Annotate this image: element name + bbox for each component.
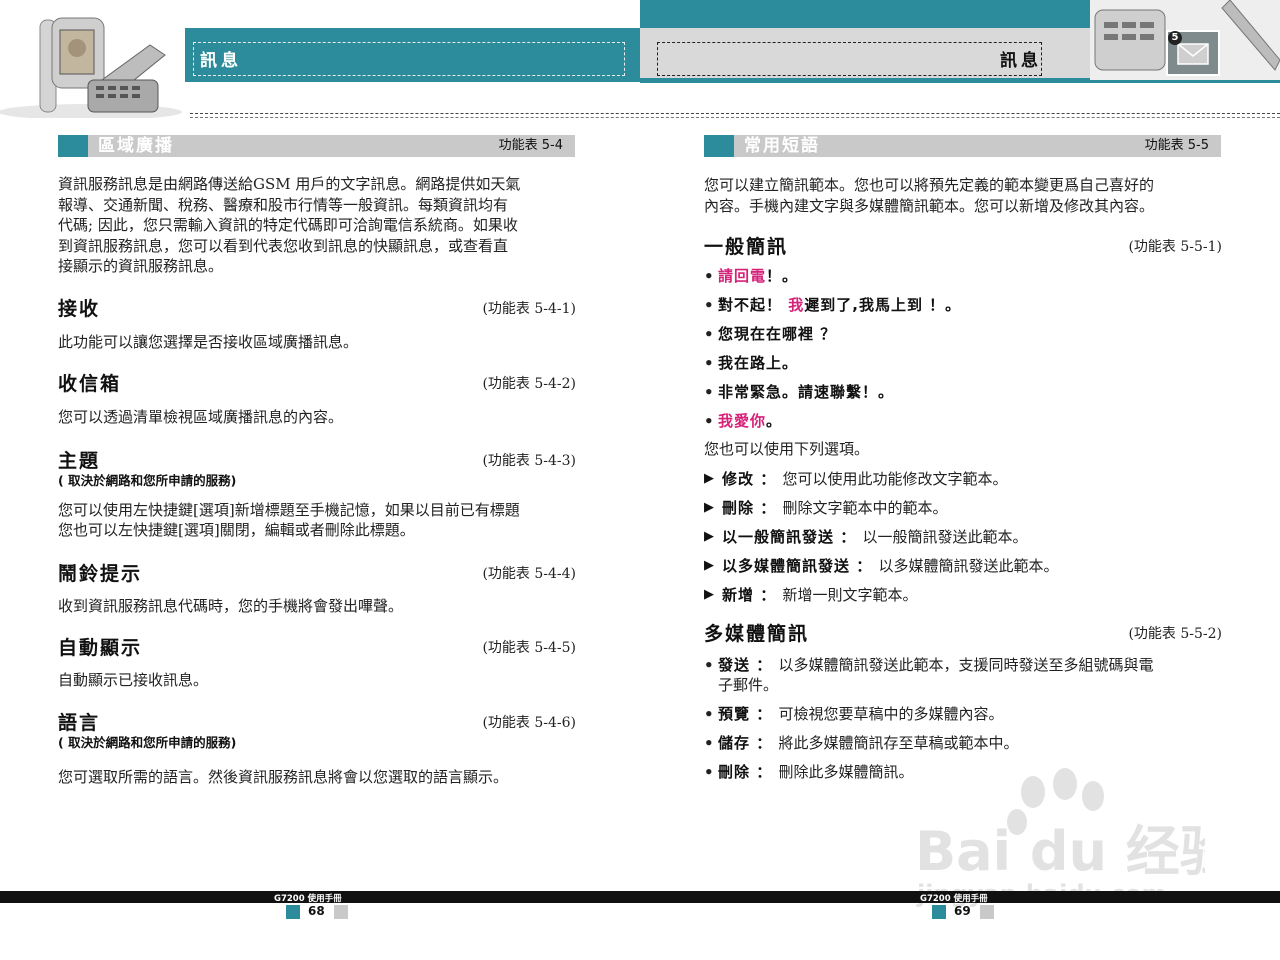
- divider: [190, 113, 1280, 114]
- footer-marker: [334, 905, 348, 919]
- footer-label-right: G7200 使用手冊: [920, 894, 988, 904]
- heading-inbox: 收信箱 (功能表 5-4-2): [58, 369, 576, 399]
- menu-ref: (功能表 5-4-4): [482, 565, 576, 582]
- page-number-left: 68: [308, 904, 325, 918]
- heading-general-sms: 一般簡訊 (功能表 5-5-1): [704, 232, 1222, 266]
- list-item: • 發送 ： 以多媒體簡訊發送此範本，支援同時發送至多組號碼與電 子郵件。: [704, 655, 1154, 694]
- list-item: • 非常緊急。請速聯繫！。: [704, 383, 895, 401]
- section-number-badge: 5: [1168, 31, 1182, 45]
- heading-topic: 主題 (功能表 5-4-3): [58, 446, 576, 472]
- triangle-icon: ▶: [704, 586, 714, 602]
- heading: 主題: [58, 449, 101, 472]
- heading-alert: 鬧鈴提示 (功能表 5-4-4): [58, 559, 576, 589]
- text-line: 資訊服務訊息是由網路傳送給GSM 用戶的文字訊息。網路提供如天氣: [58, 175, 521, 193]
- heading-mms: 多媒體簡訊 (功能表 5-5-2): [704, 619, 1222, 655]
- body-text: 收到資訊服務訊息代碼時，您的手機將會發出嗶聲。: [58, 596, 404, 615]
- heading: 一般簡訊: [704, 236, 789, 258]
- text-line: 到資訊服務訊息，您可以看到代表您收到訊息的快顯訊息，或查看直: [58, 236, 509, 255]
- menu-ref: 功能表 5-4: [498, 138, 563, 153]
- menu-ref: (功能表 5-4-3): [482, 452, 576, 469]
- footer-marker: [980, 905, 994, 919]
- heading-receive: 接收 (功能表 5-4-1): [58, 294, 576, 324]
- heading: 接收: [58, 297, 101, 320]
- option-item: ▶ 新增 ： 新增一則文字範本。: [704, 585, 918, 604]
- text-line: 您可以建立簡訊範本。您也可以將預先定義的範本變更爲自己喜好的: [704, 176, 1155, 194]
- heading-auto-display: 自動顯示 (功能表 5-4-5): [58, 633, 576, 663]
- heading: 收信箱: [58, 373, 122, 395]
- menu-ref: (功能表 5-4-5): [482, 640, 576, 656]
- heading: 多媒體簡訊: [704, 622, 810, 645]
- menu-ref: (功能表 5-5-2): [1128, 625, 1222, 642]
- list-item: • 我愛你。: [704, 412, 783, 430]
- body-text: 自動顯示已接收訊息。: [58, 671, 209, 689]
- phone-image: [0, 17, 182, 118]
- header-frame-right: [657, 42, 1042, 76]
- body-text: 您可選取所需的語言。然後資訊服務訊息將會以您選取的語言顯示。: [58, 767, 509, 786]
- body-text: 您可以透過清單檢視區域廣播訊息的內容。: [58, 408, 344, 426]
- triangle-icon: ▶: [704, 470, 714, 486]
- baidu-watermark: Bai du 经验 jingyan.baidu.com: [915, 768, 1205, 908]
- note-text: ( 取決於網路和您所申請的服務): [58, 734, 237, 750]
- list-item: • 請回電！。: [704, 267, 799, 285]
- svg-text:Bai du 经验: Bai du 经验: [915, 820, 1205, 883]
- body-text: 此功能可以讓您選擇是否接收區域廣播訊息。: [58, 332, 359, 351]
- heading: 語言: [58, 711, 101, 734]
- list-item: • 預覽 ： 可檢視您要草稿中的多媒體內容。: [704, 704, 1004, 723]
- options-intro: 您也可以使用下列選項。: [704, 440, 870, 458]
- menu-ref: (功能表 5-4-6): [482, 714, 576, 731]
- menu-ref: 功能表 5-5: [1144, 138, 1209, 153]
- menu-ref: (功能表 5-4-1): [482, 300, 576, 317]
- page-number-right: 69: [954, 904, 971, 918]
- header-title-left: 訊息: [200, 51, 242, 71]
- list-item: • 我在路上。: [704, 354, 799, 372]
- menu-ref: (功能表 5-5-1): [1128, 239, 1222, 255]
- text-line: 您可以使用左快捷鍵[選項]新增標題至手機記憶，如果以目前已有標題: [58, 500, 520, 519]
- list-item: • 您現在在哪裡 ？: [704, 325, 837, 343]
- triangle-icon: ▶: [704, 557, 714, 573]
- option-item: ▶ 以多媒體簡訊發送 ： 以多媒體簡訊發送此範本。: [704, 556, 1059, 575]
- footer-marker: [286, 905, 300, 919]
- option-item: ▶ 以一般簡訊發送 ： 以一般簡訊發送此範本。: [704, 527, 1028, 546]
- intro-paragraph: 資訊服務訊息是由網路傳送給GSM 用戶的文字訊息。網路提供如天氣 報導、交通新聞…: [58, 174, 576, 277]
- footer-label-left: G7200 使用手冊: [274, 894, 342, 904]
- menu-ref: (功能表 5-4-2): [482, 376, 576, 392]
- text-line: 您也可以左快捷鍵[選項]關閉，編輯或者刪除此標題。: [58, 521, 415, 539]
- note-text: ( 取決於網路和您所申請的服務): [58, 472, 237, 488]
- footer-marker: [932, 905, 946, 919]
- triangle-icon: ▶: [704, 528, 714, 544]
- text-line: 報導、交通新聞、稅務、醫療和股市行情等一般資訊。每類資訊均有: [58, 195, 509, 214]
- body-text: 您可以使用左快捷鍵[選項]新增標題至手機記憶，如果以目前已有標題 您也可以左快捷…: [58, 500, 576, 541]
- divider: [190, 117, 1280, 118]
- option-item: ▶ 修改 ： 您可以使用此功能修改文字範本。: [704, 469, 1008, 488]
- section-title: 常用短語: [744, 136, 820, 156]
- text-line: 代碼; 因此，您只需輸入資訊的特定代碼即可洽詢電信系統商。如果收: [58, 216, 518, 234]
- section-title: 區域廣播: [98, 136, 174, 156]
- text-line: 接顯示的資訊服務訊息。: [58, 257, 224, 275]
- section-bar-phrases: 常用短語 功能表 5-5: [704, 135, 1221, 157]
- section-bar-cell-broadcast: 區域廣播 功能表 5-4: [58, 135, 575, 157]
- header-title-right: 訊息: [1000, 51, 1042, 71]
- list-item: • 對不起！ 我遲到了,我馬上到 ！。: [704, 296, 962, 314]
- heading: 鬧鈴提示: [58, 562, 143, 585]
- left-column: 資訊服務訊息是由網路傳送給GSM 用戶的文字訊息。網路提供如天氣 報導、交通新聞…: [58, 174, 576, 787]
- triangle-icon: ▶: [704, 499, 714, 515]
- heading: 自動顯示: [58, 637, 143, 659]
- intro-paragraph: 您可以建立簡訊範本。您也可以將預先定義的範本變更爲自己喜好的 內容。手機內建文字…: [704, 175, 1222, 216]
- header-frame-left: [193, 42, 625, 76]
- right-column: 您可以建立簡訊範本。您也可以將預先定義的範本變更爲自己喜好的 內容。手機內建文字…: [704, 175, 1222, 782]
- text-line: 內容。手機內建文字與多媒體簡訊範本。您可以新增及修改其內容。: [704, 196, 1155, 215]
- heading-language: 語言 (功能表 5-4-6): [58, 708, 576, 734]
- option-item: ▶ 刪除 ： 刪除文字範本中的範本。: [704, 498, 948, 517]
- list-item: • 儲存 ： 將此多媒體簡訊存至草稿或範本中。: [704, 733, 1019, 752]
